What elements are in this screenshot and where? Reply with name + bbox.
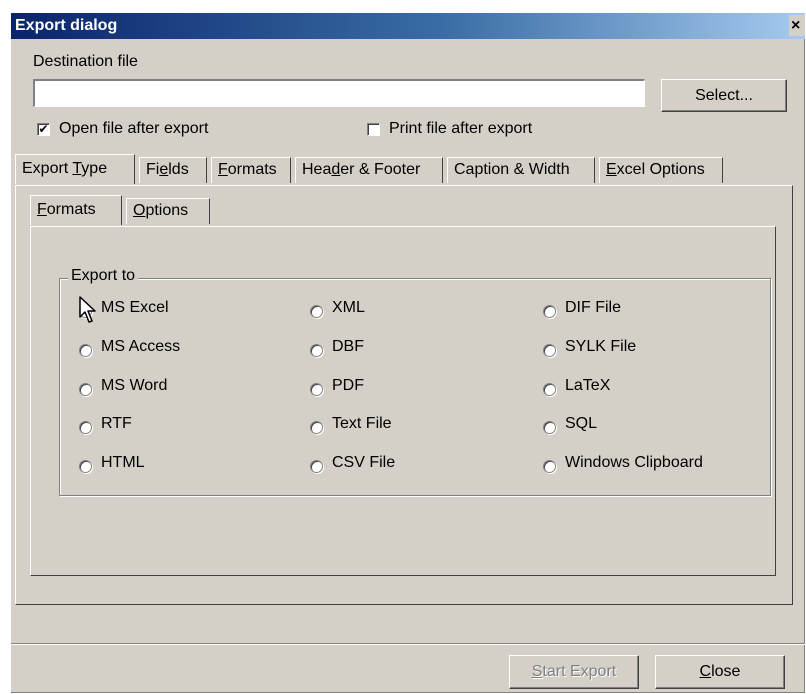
radio-dbf[interactable] <box>310 344 323 357</box>
print-after-export-checkbox[interactable] <box>367 123 380 136</box>
label-windows-clipboard[interactable]: Windows Clipboard <box>565 454 703 472</box>
label-sylk-file[interactable]: SYLK File <box>565 338 636 356</box>
label-latex[interactable]: LaTeX <box>565 377 610 395</box>
window-title: Export dialog <box>15 17 118 34</box>
start-export-button[interactable]: Start Export <box>509 655 639 689</box>
radio-csv-file[interactable] <box>310 460 323 473</box>
checkmark-icon: ✔ <box>38 122 49 136</box>
title-bar[interactable]: Export dialog × <box>11 13 805 39</box>
radio-windows-clipboard[interactable] <box>543 460 556 473</box>
label-xml[interactable]: XML <box>332 299 365 317</box>
radio-sql[interactable] <box>543 421 556 434</box>
select-file-button[interactable]: Select... <box>661 79 787 112</box>
open-after-export-checkbox[interactable]: ✔ <box>37 123 50 136</box>
label-dif-file[interactable]: DIF File <box>565 299 621 317</box>
tab-formats[interactable]: Formats <box>211 157 291 183</box>
destination-file-input[interactable] <box>33 79 645 107</box>
radio-sylk-file[interactable] <box>543 344 556 357</box>
subtab-options[interactable]: Options <box>126 198 210 224</box>
label-rtf[interactable]: RTF <box>101 415 132 433</box>
label-ms-access[interactable]: MS Access <box>101 338 180 356</box>
tab-export-type[interactable]: Export Type <box>15 154 135 184</box>
subtab-formats[interactable]: Formats <box>30 195 122 225</box>
destination-file-label: Destination file <box>33 53 138 70</box>
label-ms-excel[interactable]: MS Excel <box>101 299 169 317</box>
close-icon[interactable]: × <box>789 15 805 36</box>
label-html[interactable]: HTML <box>101 454 145 472</box>
tab-excel-options[interactable]: Excel Options <box>599 157 723 183</box>
export-to-legend: Export to <box>68 267 139 285</box>
tab-fields[interactable]: Fields <box>139 157 207 183</box>
close-button[interactable]: Close <box>655 655 785 689</box>
radio-text-file[interactable] <box>310 421 323 434</box>
sub-tab-strip: Formats Options <box>30 195 230 228</box>
radio-xml[interactable] <box>310 305 323 318</box>
radio-dif-file[interactable] <box>543 305 556 318</box>
radio-pdf[interactable] <box>310 383 323 396</box>
export-type-panel: Formats Options Export to MS Excel MS Ac… <box>15 185 793 605</box>
label-csv-file[interactable]: CSV File <box>332 454 395 472</box>
main-tab-strip: Export Type Fields Formats Header & Foot… <box>15 154 795 187</box>
footer-divider <box>11 643 805 644</box>
formats-subpanel: Export to MS Excel MS Access MS Word RTF… <box>30 226 776 576</box>
print-after-export-label[interactable]: Print file after export <box>389 120 532 138</box>
export-dialog-window: Export dialog × Destination file Select.… <box>10 12 805 693</box>
label-ms-word[interactable]: MS Word <box>101 377 167 395</box>
label-sql[interactable]: SQL <box>565 415 597 433</box>
tab-caption-width[interactable]: Caption & Width <box>447 157 595 183</box>
label-pdf[interactable]: PDF <box>332 377 364 395</box>
tab-header-footer[interactable]: Header & Footer <box>295 157 443 183</box>
radio-ms-word[interactable] <box>79 383 92 396</box>
open-after-export-label[interactable]: Open file after export <box>59 120 208 138</box>
mouse-pointer-icon <box>79 296 96 323</box>
radio-html[interactable] <box>79 460 92 473</box>
label-dbf[interactable]: DBF <box>332 338 364 356</box>
radio-rtf[interactable] <box>79 421 92 434</box>
radio-ms-access[interactable] <box>79 344 92 357</box>
radio-latex[interactable] <box>543 383 556 396</box>
label-text-file[interactable]: Text File <box>332 415 392 433</box>
